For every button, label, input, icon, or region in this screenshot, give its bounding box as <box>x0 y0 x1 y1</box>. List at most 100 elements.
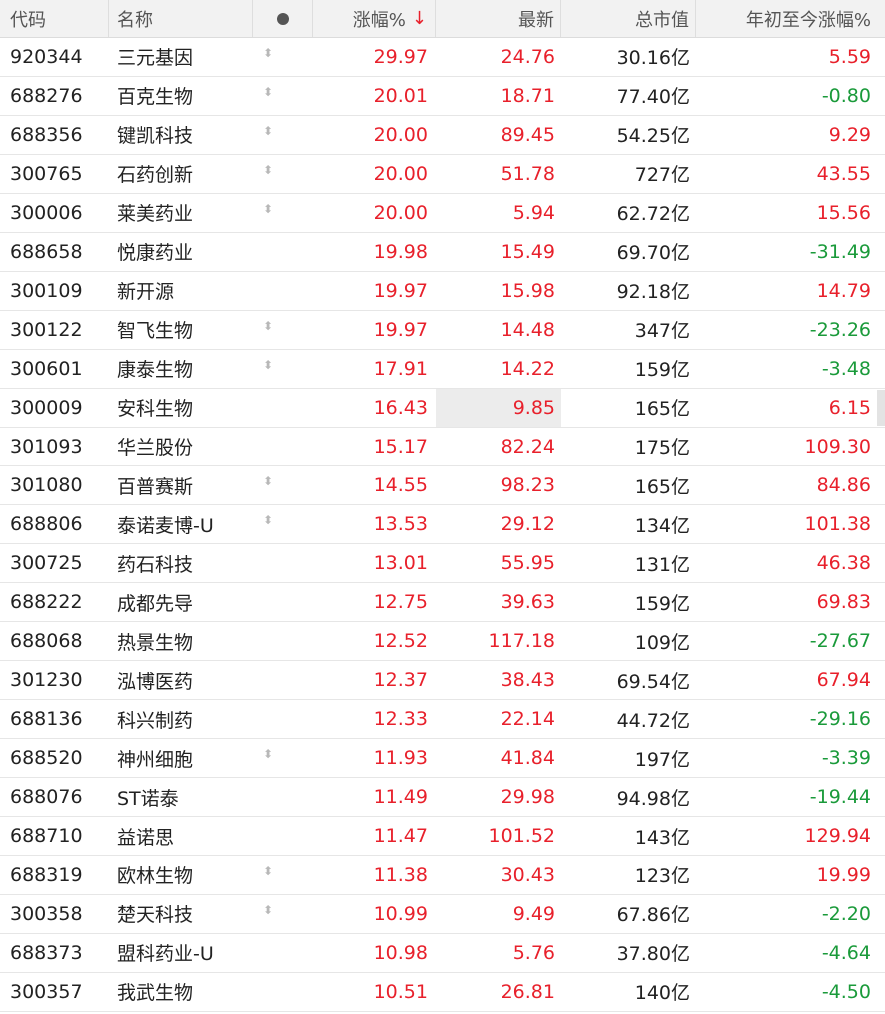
table-row[interactable]: 301093 华兰股份 15.17 82.24 175亿 109.30 <box>0 428 885 467</box>
change-percent: 20.00 <box>373 162 428 185</box>
stock-code: 688658 <box>10 240 83 263</box>
table-row[interactable]: 300358 楚天科技 ⬍ 10.99 9.49 67.86亿 -2.20 <box>0 895 885 934</box>
flag-cell <box>253 583 313 621</box>
stock-name: 楚天科技 <box>117 904 194 927</box>
flag-cell: ⬍ <box>253 466 313 504</box>
change-percent: 17.91 <box>373 357 428 380</box>
stock-name: 新开源 <box>117 281 175 304</box>
last-price: 89.45 <box>500 123 555 146</box>
ytd-change: -2.20 <box>821 902 871 925</box>
table-header: 代码 名称 涨幅% ↓ 最新 总市值 年初至今涨幅% <box>0 0 885 38</box>
flag-cell: ⬍ <box>253 194 313 232</box>
market-cap: 69.54亿 <box>616 670 690 693</box>
market-cap: 197亿 <box>634 748 690 771</box>
market-cap: 54.25亿 <box>616 125 690 148</box>
market-cap: 134亿 <box>634 514 690 537</box>
flag-cell <box>253 700 313 738</box>
last-price: 82.24 <box>500 435 555 458</box>
table-row[interactable]: 688136 科兴制药 12.33 22.14 44.72亿 -29.16 <box>0 700 885 740</box>
stock-name: 键凯科技 <box>117 125 194 148</box>
stock-code: 688356 <box>10 123 83 146</box>
stock-code: 688710 <box>10 825 83 848</box>
dot-icon <box>276 12 289 25</box>
column-header-name[interactable]: 名称 <box>109 0 253 37</box>
table-row[interactable]: 688658 悦康药业 19.98 15.49 69.70亿 -31.49 <box>0 233 885 272</box>
column-header-change-label: 涨幅% <box>352 9 406 31</box>
change-percent: 20.00 <box>373 201 428 224</box>
table-row[interactable]: 300601 康泰生物 ⬍ 17.91 14.22 159亿 -3.48 <box>0 350 885 389</box>
up-down-arrow-icon: ⬍ <box>262 162 274 177</box>
table-row[interactable]: 300765 石药创新 ⬍ 20.00 51.78 727亿 43.55 <box>0 155 885 194</box>
table-row[interactable]: 688319 欧林生物 ⬍ 11.38 30.43 123亿 19.99 <box>0 856 885 895</box>
stock-name: 泰诺麦博-U <box>117 514 214 537</box>
last-price: 15.49 <box>500 240 555 263</box>
stock-code: 300601 <box>10 357 83 380</box>
table-row[interactable]: 300009 安科生物 16.43 9.85 165亿 6.15 <box>0 388 885 428</box>
change-percent: 20.01 <box>373 84 428 107</box>
ytd-change: -19.44 <box>809 786 871 809</box>
stock-code: 300109 <box>10 279 83 302</box>
stock-code: 688222 <box>10 591 83 614</box>
flag-cell <box>253 233 313 271</box>
column-header-ytd[interactable]: 年初至今涨幅% <box>696 0 885 37</box>
up-down-arrow-icon: ⬍ <box>262 747 274 762</box>
change-percent: 13.01 <box>373 552 428 575</box>
flag-cell: ⬍ <box>253 311 313 349</box>
table-row[interactable]: 300109 新开源 19.97 15.98 92.18亿 14.79 <box>0 272 885 311</box>
up-down-arrow-icon: ⬍ <box>262 45 274 60</box>
table-row[interactable]: 688520 神州细胞 ⬍ 11.93 41.84 197亿 -3.39 <box>0 739 885 779</box>
table-row[interactable]: 688276 百克生物 ⬍ 20.01 18.71 77.40亿 -0.80 <box>0 77 885 116</box>
table-row[interactable]: 300122 智飞生物 ⬍ 19.97 14.48 347亿 -23.26 <box>0 311 885 350</box>
ytd-change: 9.29 <box>828 123 871 146</box>
column-header-flag[interactable] <box>253 0 313 37</box>
last-price: 9.49 <box>512 902 555 925</box>
table-body: 920344 三元基因 ⬍ 29.97 24.76 30.16亿 5.59 688276 百克生… <box>0 38 885 1012</box>
table-row[interactable]: 688076 ST诺泰 11.49 29.98 94.98亿 -19.44 <box>0 778 885 818</box>
market-cap: 92.18亿 <box>616 281 690 304</box>
table-row[interactable]: 300725 药石科技 13.01 55.95 131亿 46.38 <box>0 544 885 584</box>
stock-code: 688068 <box>10 630 83 653</box>
ytd-change: 101.38 <box>804 513 871 536</box>
scrollbar-thumb[interactable] <box>877 390 885 426</box>
last-price: 26.81 <box>500 980 555 1003</box>
last-price: 30.43 <box>500 863 555 886</box>
table-row[interactable]: 300357 我武生物 10.51 26.81 140亿 -4.50 <box>0 973 885 1012</box>
column-header-market-cap[interactable]: 总市值 <box>561 0 696 37</box>
change-percent: 14.55 <box>373 474 428 497</box>
ytd-change: 46.38 <box>816 552 871 575</box>
last-price: 98.23 <box>500 474 555 497</box>
table-row[interactable]: 688806 泰诺麦博-U ⬍ 13.53 29.12 134亿 101.38 <box>0 505 885 545</box>
table-row[interactable]: 301080 百普赛斯 ⬍ 14.55 98.23 165亿 84.86 <box>0 466 885 506</box>
stock-name: 科兴制药 <box>117 709 194 732</box>
table-row[interactable]: 300006 莱美药业 ⬍ 20.00 5.94 62.72亿 15.56 <box>0 194 885 233</box>
column-header-change[interactable]: 涨幅% ↓ <box>313 0 436 37</box>
table-row[interactable]: 688068 热景生物 12.52 117.18 109亿 -27.67 <box>0 622 885 662</box>
stock-code: 688136 <box>10 708 83 731</box>
up-down-arrow-icon: ⬍ <box>262 863 274 878</box>
ytd-change: -23.26 <box>809 318 871 341</box>
column-header-last[interactable]: 最新 <box>436 0 561 37</box>
table-row[interactable]: 688373 盟科药业-U 10.98 5.76 37.80亿 -4.64 <box>0 934 885 973</box>
market-cap: 62.72亿 <box>616 203 690 226</box>
stock-name: 欧林生物 <box>117 865 194 888</box>
flag-cell: ⬍ <box>253 38 313 76</box>
table-row[interactable]: 920344 三元基因 ⬍ 29.97 24.76 30.16亿 5.59 <box>0 38 885 77</box>
last-price: 51.78 <box>500 162 555 185</box>
stock-name: 莱美药业 <box>117 203 194 226</box>
table-row[interactable]: 688710 益诺思 11.47 101.52 143亿 129.94 <box>0 817 885 857</box>
ytd-change: 6.15 <box>828 396 871 419</box>
column-header-code[interactable]: 代码 <box>0 0 109 37</box>
change-percent: 29.97 <box>373 45 428 68</box>
last-price: 14.22 <box>500 357 555 380</box>
stock-name: ST诺泰 <box>117 787 179 810</box>
ytd-change: -0.80 <box>821 84 871 107</box>
table-row[interactable]: 688356 键凯科技 ⬍ 20.00 89.45 54.25亿 9.29 <box>0 116 885 155</box>
flag-cell: ⬍ <box>253 116 313 154</box>
table-row[interactable]: 688222 成都先导 12.75 39.63 159亿 69.83 <box>0 583 885 623</box>
ytd-change: -3.39 <box>821 747 871 770</box>
change-percent: 19.97 <box>373 279 428 302</box>
table-row[interactable]: 301230 泓博医药 12.37 38.43 69.54亿 67.94 <box>0 661 885 701</box>
flag-cell <box>253 622 313 660</box>
stock-name: 我武生物 <box>117 982 194 1005</box>
stock-name: 智飞生物 <box>117 320 194 343</box>
